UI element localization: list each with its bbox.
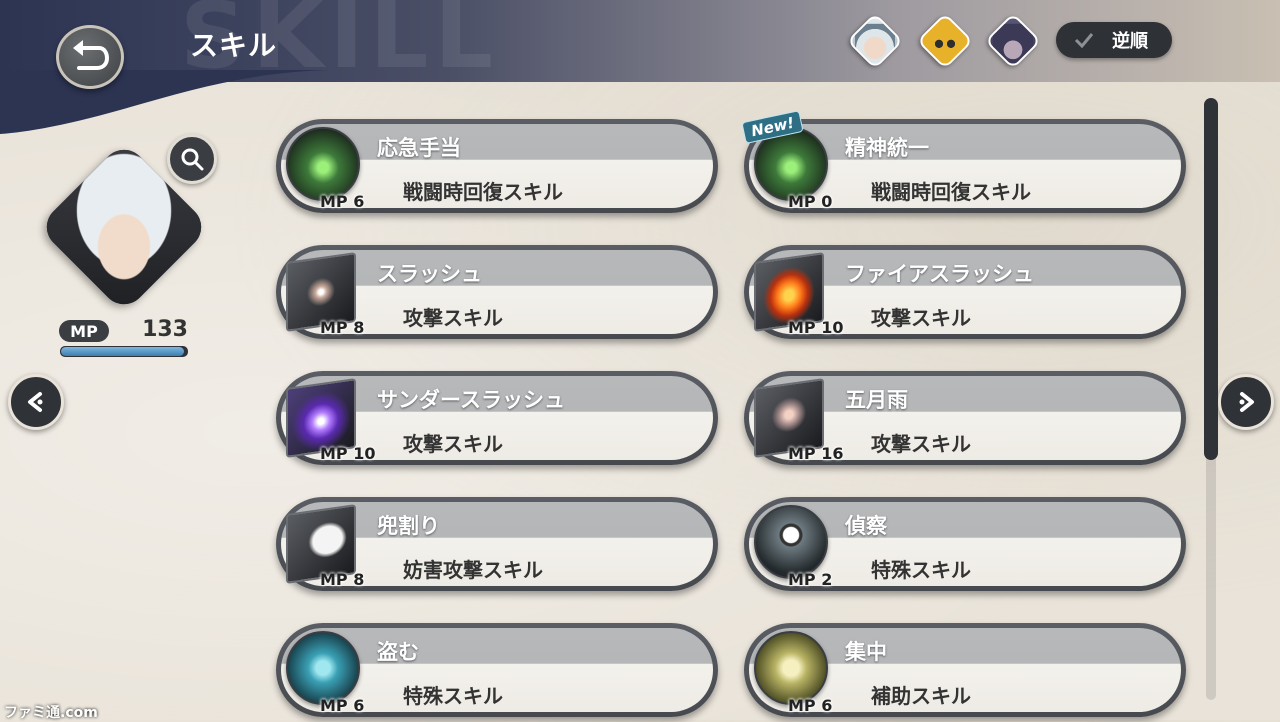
undo-arrow-icon bbox=[73, 40, 109, 70]
skill-type: 補助スキル bbox=[871, 684, 971, 708]
back-button[interactable] bbox=[56, 25, 124, 89]
skill-card[interactable]: スラッシュ 攻撃スキル MP 8 bbox=[276, 245, 718, 339]
skill-card[interactable]: 兜割り 妨害攻撃スキル MP 8 bbox=[276, 497, 718, 591]
skill-name: 応急手当 bbox=[377, 136, 461, 160]
source-credit: ファミ通.com bbox=[4, 705, 98, 721]
character-tab-3[interactable] bbox=[984, 12, 1042, 70]
skill-mp-cost: MP 6 bbox=[320, 192, 365, 211]
skill-card[interactable]: ファイアスラッシュ 攻撃スキル MP 10 bbox=[744, 245, 1186, 339]
skill-card[interactable]: 精神統一 戦闘時回復スキル MP 0 bbox=[744, 119, 1186, 213]
mp-gauge-fill bbox=[61, 347, 185, 356]
skill-mp-cost: MP 8 bbox=[320, 318, 365, 337]
skill-name: スラッシュ bbox=[377, 262, 482, 286]
skill-name: 盗む bbox=[377, 640, 419, 664]
skill-mp-cost: MP 10 bbox=[320, 444, 376, 463]
reverse-order-toggle[interactable]: 逆順 bbox=[1056, 22, 1172, 58]
heal-orb-icon bbox=[286, 127, 360, 201]
rain-cube-icon bbox=[754, 378, 828, 458]
checkmark-icon bbox=[1074, 33, 1094, 48]
focus-orb-icon bbox=[754, 631, 828, 705]
inspect-character-button[interactable] bbox=[167, 134, 217, 184]
skill-type: 戦闘時回復スキル bbox=[403, 180, 563, 204]
skill-mp-cost: MP 8 bbox=[320, 570, 365, 589]
magnifier-icon bbox=[181, 148, 204, 171]
character-tab-2[interactable] bbox=[916, 12, 974, 70]
skill-card[interactable]: 応急手当 戦闘時回復スキル MP 6 bbox=[276, 119, 718, 213]
scout-orb-icon bbox=[754, 505, 828, 579]
mp-gauge bbox=[60, 346, 188, 357]
shield-break-cube-icon bbox=[286, 504, 360, 584]
thunder-cube-icon bbox=[286, 378, 360, 458]
skill-name: 偵察 bbox=[845, 514, 887, 538]
skill-card[interactable]: 五月雨 攻撃スキル MP 16 bbox=[744, 371, 1186, 465]
skill-type: 妨害攻撃スキル bbox=[403, 558, 543, 582]
slash-cube-icon bbox=[286, 252, 360, 332]
character-tab-1[interactable] bbox=[846, 12, 904, 70]
mp-value: 133 bbox=[142, 317, 188, 342]
skill-name: サンダースラッシュ bbox=[377, 388, 565, 412]
scrollbar-thumb[interactable] bbox=[1204, 98, 1218, 460]
skill-type: 特殊スキル bbox=[871, 558, 971, 582]
skill-card[interactable]: 偵察 特殊スキル MP 2 bbox=[744, 497, 1186, 591]
skill-mp-cost: MP 6 bbox=[320, 696, 365, 715]
skill-name: 五月雨 bbox=[845, 388, 908, 412]
header-wave-decoration bbox=[0, 70, 330, 134]
chevron-left-icon bbox=[28, 392, 43, 412]
skill-mp-cost: MP 0 bbox=[788, 192, 833, 211]
reverse-order-label: 逆順 bbox=[1112, 31, 1148, 52]
skill-type: 攻撃スキル bbox=[871, 306, 971, 330]
skill-type: 戦闘時回復スキル bbox=[871, 180, 1031, 204]
mp-badge: MP bbox=[59, 320, 109, 342]
skill-name: ファイアスラッシュ bbox=[845, 262, 1034, 286]
skill-name: 集中 bbox=[845, 640, 887, 664]
skill-card[interactable]: 盗む 特殊スキル MP 6 bbox=[276, 623, 718, 717]
skill-name: 兜割り bbox=[377, 514, 440, 538]
previous-character-button[interactable] bbox=[8, 374, 64, 430]
skill-type: 攻撃スキル bbox=[403, 432, 503, 456]
next-character-button[interactable] bbox=[1218, 374, 1274, 430]
chevron-right-icon bbox=[1239, 392, 1254, 412]
skill-type: 攻撃スキル bbox=[871, 432, 971, 456]
skill-type: 攻撃スキル bbox=[403, 306, 503, 330]
skill-name: 精神統一 bbox=[845, 136, 929, 160]
skill-mp-cost: MP 2 bbox=[788, 570, 833, 589]
fire-cube-icon bbox=[754, 252, 828, 332]
skill-mp-cost: MP 16 bbox=[788, 444, 844, 463]
skill-type: 特殊スキル bbox=[403, 684, 503, 708]
steal-orb-icon bbox=[286, 631, 360, 705]
skill-mp-cost: MP 10 bbox=[788, 318, 844, 337]
skill-card[interactable]: サンダースラッシュ 攻撃スキル MP 10 bbox=[276, 371, 718, 465]
skill-mp-cost: MP 6 bbox=[788, 696, 833, 715]
page-title: スキル bbox=[190, 29, 278, 62]
skill-card[interactable]: 集中 補助スキル MP 6 bbox=[744, 623, 1186, 717]
